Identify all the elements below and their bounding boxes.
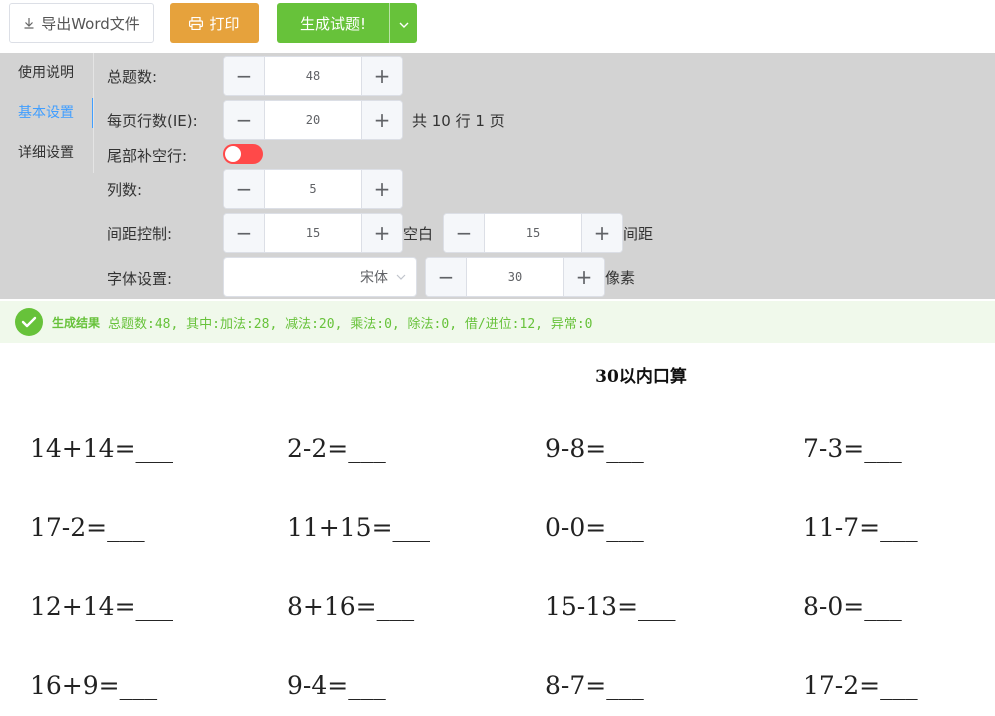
question-item: 17-2=___ bbox=[30, 513, 145, 542]
question-item: 16+9=___ bbox=[30, 671, 158, 700]
toolbar: 导出Word文件 打印 生成试题! bbox=[0, 0, 995, 50]
question-item: 12+14=___ bbox=[30, 592, 174, 621]
font-select[interactable]: 宋体 bbox=[223, 257, 417, 297]
question-item: 11-7=___ bbox=[803, 513, 918, 542]
question-item: 0-0=___ bbox=[545, 513, 644, 542]
export-word-label: 导出Word文件 bbox=[41, 14, 140, 33]
result-description: 总题数:48, 其中:加法:28, 减法:20, 乘法:0, 除法:0, 借/进… bbox=[108, 316, 593, 332]
spacing2-increment-button[interactable]: + bbox=[581, 214, 622, 252]
pages-info: 共 10 行 1 页 bbox=[412, 112, 505, 130]
question-item: 8+16=___ bbox=[287, 592, 415, 621]
tabs-divider bbox=[93, 53, 94, 173]
pad-toggle[interactable] bbox=[223, 144, 263, 164]
question-item: 17-2=___ bbox=[803, 671, 918, 700]
font-label: 字体设置: bbox=[107, 270, 173, 288]
spacing-text-blank: 空白 bbox=[403, 225, 434, 243]
question-item: 9-4=___ bbox=[287, 671, 386, 700]
result-title: 生成结果 bbox=[52, 315, 101, 330]
cols-increment-button[interactable]: + bbox=[361, 170, 402, 208]
download-icon bbox=[23, 17, 35, 29]
question-item: 14+14=___ bbox=[30, 434, 174, 463]
total-stepper: − 48 + bbox=[223, 56, 403, 96]
font-size-decrement-button[interactable]: − bbox=[426, 258, 467, 296]
rows-stepper: − 20 + bbox=[223, 100, 403, 140]
settings-tabs: 使用说明 基本设置 详细设置 bbox=[8, 53, 94, 173]
question-item: 11+15=___ bbox=[287, 513, 431, 542]
printer-icon bbox=[189, 16, 204, 30]
total-increment-button[interactable]: + bbox=[361, 57, 402, 95]
export-word-button[interactable]: 导出Word文件 bbox=[9, 3, 154, 43]
chevron-down-icon bbox=[396, 274, 406, 280]
rows-label: 每页行数(IE): bbox=[107, 112, 198, 130]
rows-decrement-button[interactable]: − bbox=[224, 101, 265, 139]
total-decrement-button[interactable]: − bbox=[224, 57, 265, 95]
rows-increment-button[interactable]: + bbox=[361, 101, 402, 139]
question-item: 2-2=___ bbox=[287, 434, 386, 463]
toggle-knob bbox=[225, 146, 241, 162]
spacing-stepper-2: − 15 + bbox=[443, 213, 623, 253]
print-button[interactable]: 打印 bbox=[170, 3, 259, 43]
spacing-stepper-1: − 15 + bbox=[223, 213, 403, 253]
spacing-label: 间距控制: bbox=[107, 225, 173, 243]
question-item: 8-0=___ bbox=[803, 592, 902, 621]
print-label: 打印 bbox=[209, 14, 240, 33]
spacing2-input[interactable]: 15 bbox=[485, 214, 581, 252]
cols-label: 列数: bbox=[107, 181, 143, 199]
font-size-increment-button[interactable]: + bbox=[563, 258, 604, 296]
chevron-down-icon bbox=[399, 14, 409, 32]
result-alert: 生成结果 总题数:48, 其中:加法:28, 减法:20, 乘法:0, 除法:0… bbox=[0, 301, 995, 343]
question-item: 9-8=___ bbox=[545, 434, 644, 463]
tab-detail-settings[interactable]: 详细设置 bbox=[8, 138, 94, 168]
tab-basic-settings[interactable]: 基本设置 bbox=[8, 98, 94, 128]
generate-label: 生成试题! bbox=[299, 14, 366, 33]
cols-decrement-button[interactable]: − bbox=[224, 170, 265, 208]
total-input[interactable]: 48 bbox=[265, 57, 361, 95]
cols-input[interactable]: 5 bbox=[265, 170, 361, 208]
font-size-input[interactable]: 30 bbox=[467, 258, 563, 296]
tab-instructions[interactable]: 使用说明 bbox=[8, 58, 94, 88]
rows-input[interactable]: 20 bbox=[265, 101, 361, 139]
font-unit: 像素 bbox=[605, 269, 636, 287]
spacing2-decrement-button[interactable]: − bbox=[444, 214, 485, 252]
pad-label: 尾部补空行: bbox=[107, 147, 188, 165]
generate-dropdown-button[interactable] bbox=[389, 3, 417, 43]
spacing1-decrement-button[interactable]: − bbox=[224, 214, 265, 252]
check-circle-icon bbox=[15, 308, 43, 336]
font-size-stepper: − 30 + bbox=[425, 257, 605, 297]
font-select-value: 宋体 bbox=[360, 270, 388, 286]
spacing1-increment-button[interactable]: + bbox=[361, 214, 402, 252]
generate-button[interactable]: 生成试题! bbox=[277, 3, 389, 43]
settings-panel: 使用说明 基本设置 详细设置 总题数: − 48 + 每页行数(IE): − 2… bbox=[0, 53, 995, 299]
question-item: 7-3=___ bbox=[803, 434, 902, 463]
total-label: 总题数: bbox=[107, 68, 158, 86]
spacing1-input[interactable]: 15 bbox=[265, 214, 361, 252]
worksheet-title: 30以内口算 bbox=[595, 367, 687, 387]
question-item: 15-13=___ bbox=[545, 592, 676, 621]
question-item: 8-7=___ bbox=[545, 671, 644, 700]
spacing-text-gap: 间距 bbox=[623, 225, 654, 243]
cols-stepper: − 5 + bbox=[223, 169, 403, 209]
